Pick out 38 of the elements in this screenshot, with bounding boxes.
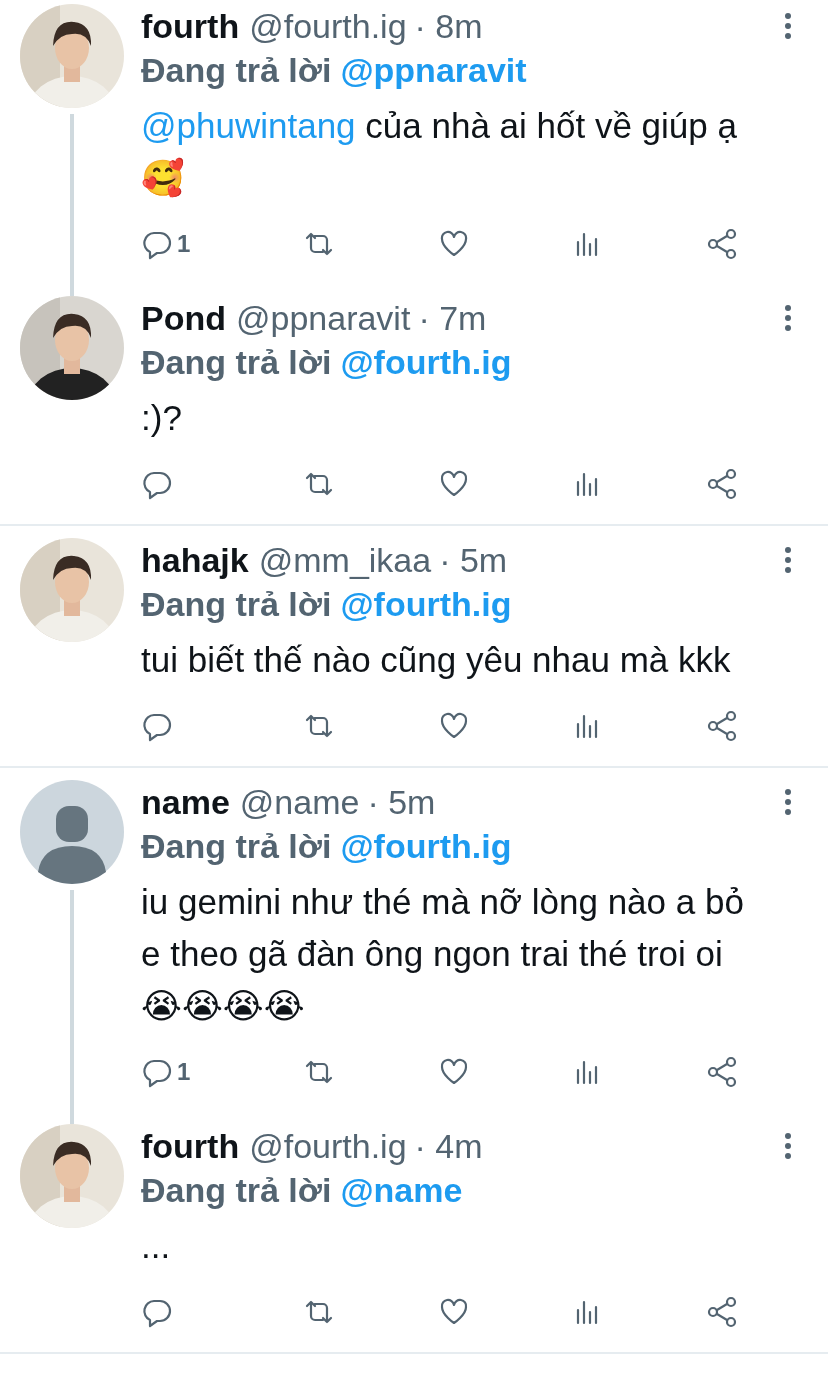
timestamp: · 5m [367, 782, 436, 822]
share-icon[interactable] [706, 1296, 738, 1328]
more-icon[interactable] [784, 546, 792, 574]
replying-label: Đang trả lời [141, 826, 332, 866]
user-name[interactable]: hahajk [141, 540, 249, 580]
more-icon[interactable] [784, 788, 792, 816]
share-icon[interactable] [706, 710, 738, 742]
timestamp: · 5m [439, 540, 508, 580]
user-handle[interactable]: @fourth.ig [249, 6, 407, 46]
user-handle[interactable]: @fourth.ig [249, 1126, 407, 1166]
more-icon[interactable] [784, 304, 792, 332]
replying-label: Đang trả lời [141, 342, 332, 382]
user-handle[interactable]: @ppnaravit [236, 298, 411, 338]
user-name[interactable]: Pond [141, 298, 226, 338]
reply-count: 1 [177, 1058, 191, 1086]
timestamp: · 4m [414, 1126, 483, 1166]
share-icon[interactable] [706, 1056, 738, 1088]
replying-label: Đang trả lời [141, 584, 332, 624]
more-icon[interactable] [784, 12, 792, 40]
timestamp: · 7m [418, 298, 487, 338]
reply-count: 1 [177, 230, 191, 258]
tweet-text: tui biết thế nào cũng yêu nhau mà kkk [141, 639, 732, 681]
share-icon[interactable] [706, 468, 738, 500]
tweet-text: @phuwintang của nhà ai hốt về giúp ạ 🥰 [141, 105, 738, 200]
tweet-text: ... [141, 1225, 172, 1267]
default-avatar-icon[interactable] [20, 780, 124, 884]
tweet-text: :)? [141, 397, 183, 439]
share-icon[interactable] [706, 228, 738, 260]
user-name[interactable]: name [141, 782, 230, 822]
user-handle[interactable]: @name [239, 782, 360, 822]
more-icon[interactable] [784, 1132, 792, 1160]
tweet-text: iu gemini như thé mà nỡ lòng nào a bỏ e theo gã đàn ông ngon trai thé troi oi 😭😭😭😭 [141, 881, 745, 1027]
user-handle[interactable]: @mm_ikaa [258, 540, 432, 580]
timestamp: · 8m [414, 6, 483, 46]
replying-label: Đang trả lời [141, 50, 332, 90]
user-name[interactable]: fourth [141, 1126, 240, 1166]
user-name[interactable]: fourth [141, 6, 240, 46]
replying-label: Đang trả lời [141, 1170, 332, 1210]
